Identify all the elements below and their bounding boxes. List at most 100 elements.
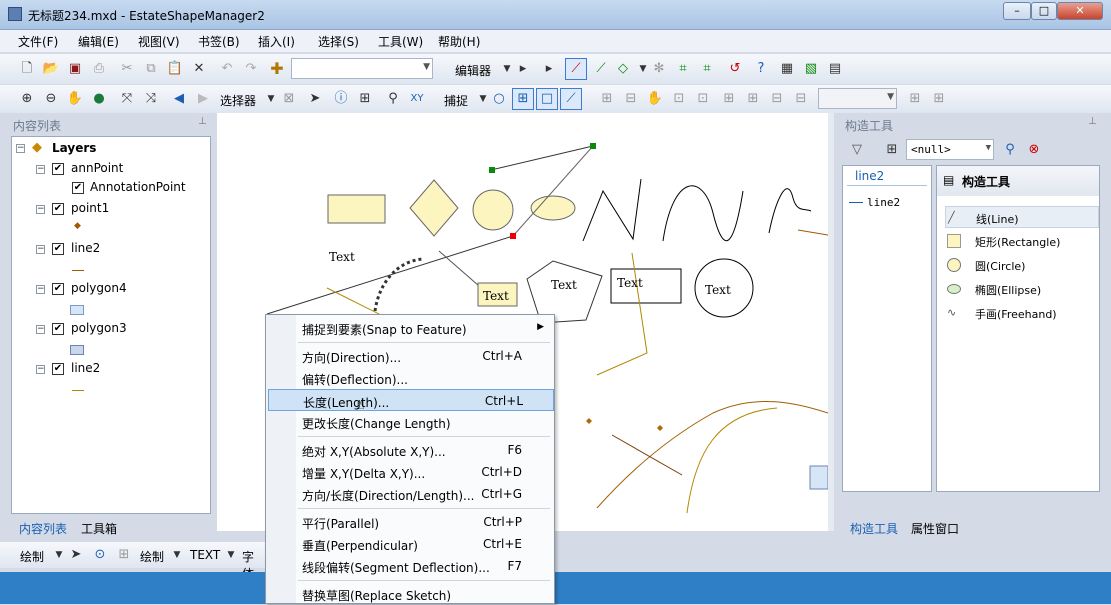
- pin-icon[interactable]: ⊥: [1088, 116, 1097, 127]
- layer-checkbox[interactable]: ✔: [52, 283, 64, 295]
- menu-item-snap-to-feature[interactable]: 捕捉到要素(Snap to Feature) ▶: [266, 317, 554, 339]
- layout-tool-3-icon[interactable]: ⊞: [720, 90, 738, 108]
- template-item[interactable]: line2: [867, 196, 900, 209]
- cut-icon[interactable]: ✂: [118, 60, 136, 78]
- collapse-icon[interactable]: −: [16, 144, 25, 153]
- redo-icon[interactable]: ↷: [242, 60, 260, 78]
- full-extent-icon[interactable]: ●: [90, 90, 108, 108]
- edit-annotation-icon[interactable]: ▸: [540, 60, 558, 78]
- attributes-icon[interactable]: ?: [752, 60, 770, 78]
- collapse-icon[interactable]: −: [36, 245, 45, 254]
- menu-item-deflection[interactable]: 偏转(Deflection)...: [266, 367, 554, 389]
- layer-name[interactable]: annPoint: [71, 161, 123, 175]
- menu-bookmarks[interactable]: 书签(B): [198, 33, 240, 50]
- menu-item-segment-deflection[interactable]: 线段偏转(Segment Deflection)... F7: [266, 555, 554, 577]
- layer-checkbox[interactable]: ✔: [52, 323, 64, 335]
- maximize-button[interactable]: □: [1031, 2, 1057, 20]
- tab-toc[interactable]: 内容列表: [19, 520, 67, 537]
- measure-icon[interactable]: ⊞: [356, 90, 374, 108]
- straight-segment-icon[interactable]: ⟋: [592, 60, 610, 78]
- layer-checkbox[interactable]: ✔: [52, 363, 64, 375]
- menu-edit[interactable]: 编辑(E): [78, 33, 119, 50]
- zoom-out-icon[interactable]: ⊖: [42, 90, 60, 108]
- menu-select[interactable]: 选择(S): [318, 33, 359, 50]
- draw-shape-dropdown-icon[interactable]: ▼: [168, 546, 186, 564]
- tool-line[interactable]: ╱ 线(Line): [945, 206, 1099, 228]
- selector-menu[interactable]: 选择器: [220, 92, 256, 109]
- end-snap-icon[interactable]: ⟋: [560, 88, 582, 110]
- menu-item-direction[interactable]: 方向(Direction)... Ctrl+A: [266, 345, 554, 367]
- back-icon[interactable]: ◀: [170, 90, 188, 108]
- forward-icon[interactable]: ▶: [194, 90, 212, 108]
- menu-insert[interactable]: 插入(I): [258, 33, 295, 50]
- collapse-icon[interactable]: −: [36, 165, 45, 174]
- scale-combo[interactable]: ▼: [291, 58, 433, 79]
- tool-freehand[interactable]: ∿ 手画(Freehand): [945, 302, 1105, 324]
- sketch-line-icon[interactable]: ⟋: [565, 58, 587, 80]
- layer-checkbox[interactable]: ✔: [52, 163, 64, 175]
- select-arrow-icon[interactable]: ➤: [67, 546, 85, 564]
- collapse-icon[interactable]: −: [36, 365, 45, 374]
- pin-icon[interactable]: ⊥: [198, 116, 207, 127]
- text-tool[interactable]: TEXT: [190, 548, 220, 562]
- text-dropdown-icon[interactable]: ▼: [222, 546, 240, 564]
- rotate-icon[interactable]: ↺: [726, 60, 744, 78]
- layer-name[interactable]: polygon3: [71, 321, 127, 335]
- selector-dropdown-icon[interactable]: ▼: [262, 90, 280, 108]
- menu-item-perpendicular[interactable]: 垂直(Perpendicular) Ctrl+E: [266, 533, 554, 555]
- layer-name[interactable]: line2: [71, 361, 100, 375]
- menu-item-absolute-xy[interactable]: 绝对 X,Y(Absolute X,Y)... F6: [266, 439, 554, 461]
- fixed-zoom-out-icon[interactable]: ⤨: [142, 90, 160, 108]
- undo-icon[interactable]: ↶: [218, 60, 236, 78]
- layout-tool-6-icon[interactable]: ⊞: [930, 90, 948, 108]
- go-to-xy-icon[interactable]: XY: [408, 90, 426, 108]
- add-data-icon[interactable]: ✚: [268, 60, 286, 78]
- copy-icon[interactable]: ⧉: [142, 60, 160, 78]
- edit-tool-icon[interactable]: ▸: [514, 60, 532, 78]
- layout-back-icon[interactable]: ⊟: [768, 90, 786, 108]
- open-folder-icon[interactable]: 📂: [42, 60, 60, 78]
- menu-item-change-length[interactable]: 更改长度(Change Length): [266, 411, 554, 433]
- vertical-splitter[interactable]: [828, 113, 834, 531]
- menu-help[interactable]: 帮助(H): [438, 33, 480, 50]
- menu-view[interactable]: 视图(V): [138, 33, 180, 50]
- collapse-icon[interactable]: −: [36, 205, 45, 214]
- menu-item-replace-sketch[interactable]: 替换草图(Replace Sketch): [266, 583, 554, 605]
- collapse-icon[interactable]: −: [36, 325, 45, 334]
- menu-item-parallel[interactable]: 平行(Parallel) Ctrl+P: [266, 511, 554, 533]
- template-filter-combo[interactable]: <null> ▼: [906, 139, 994, 160]
- menu-item-direction-length[interactable]: 方向/长度(Direction/Length)... Ctrl+G: [266, 483, 554, 505]
- zoom-element-icon[interactable]: ⊞: [115, 546, 133, 564]
- menu-item-delta-xy[interactable]: 增量 X,Y(Delta X,Y)... Ctrl+D: [266, 461, 554, 483]
- reshape-icon[interactable]: ⌗: [674, 60, 692, 78]
- organize-icon[interactable]: ⊞: [883, 141, 901, 159]
- editor-menu[interactable]: 编辑器: [455, 62, 491, 79]
- layout-zoom-icon[interactable]: ⊡: [670, 90, 688, 108]
- draw-shape-menu[interactable]: 绘制: [140, 548, 164, 565]
- snap-menu[interactable]: 捕捉: [444, 92, 468, 109]
- tab-toolbox[interactable]: 工具箱: [81, 520, 117, 537]
- vertex-icon[interactable]: ◇: [614, 60, 632, 78]
- layers-root[interactable]: Layers: [52, 141, 96, 155]
- new-document-icon[interactable]: 🗋: [18, 60, 36, 78]
- layout-tool-2-icon[interactable]: ⊟: [622, 90, 640, 108]
- sublayer-name[interactable]: AnnotationPoint: [90, 180, 186, 194]
- layer-checkbox[interactable]: ✔: [52, 243, 64, 255]
- print-icon[interactable]: ⎙: [90, 60, 108, 78]
- tool-ellipse[interactable]: 椭圆(Ellipse): [945, 278, 1105, 300]
- menu-tools[interactable]: 工具(W): [378, 33, 423, 50]
- tool-rectangle[interactable]: 矩形(Rectangle): [945, 230, 1105, 252]
- layout-forward-icon[interactable]: ⊟: [792, 90, 810, 108]
- layer-checkbox[interactable]: ✔: [52, 203, 64, 215]
- layout-tool-1-icon[interactable]: ⊞: [598, 90, 616, 108]
- vertex-snap-icon[interactable]: ⊞: [512, 88, 534, 110]
- collapse-icon[interactable]: −: [36, 285, 45, 294]
- fixed-zoom-in-icon[interactable]: ⤧: [118, 90, 136, 108]
- zoom-in-icon[interactable]: ⊕: [18, 90, 36, 108]
- tab-properties[interactable]: 属性窗口: [911, 520, 959, 537]
- rotate-element-icon[interactable]: ⊙: [91, 546, 109, 564]
- table-icon[interactable]: ▦: [778, 60, 796, 78]
- layer-name[interactable]: polygon4: [71, 281, 127, 295]
- layer-checkbox[interactable]: ✔: [72, 182, 84, 194]
- draw-menu[interactable]: 绘制: [20, 548, 44, 565]
